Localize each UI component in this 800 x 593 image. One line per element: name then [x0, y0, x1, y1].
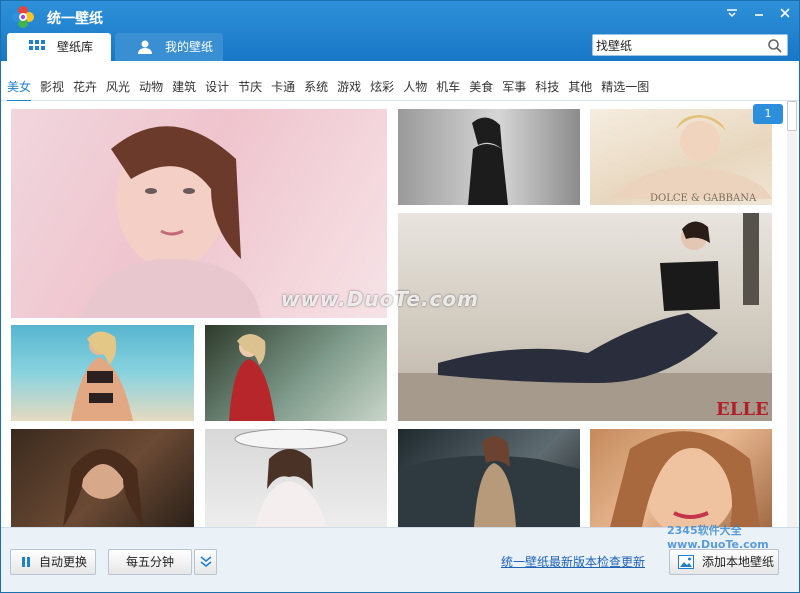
tab-label: 我的壁纸	[165, 40, 214, 54]
wallpaper-thumbnail[interactable]: DOLCE & GABBANA	[590, 109, 772, 205]
category-motorcycles[interactable]: 机车	[436, 78, 460, 102]
category-games[interactable]: 游戏	[337, 78, 361, 102]
interval-dropdown-button[interactable]	[194, 549, 217, 575]
category-military[interactable]: 军事	[502, 78, 526, 102]
close-icon[interactable]	[776, 7, 794, 23]
check-update-link[interactable]: 统一壁纸最新版本检查更新	[501, 553, 645, 570]
wallpaper-thumbnail[interactable]	[398, 429, 580, 527]
scrollbar-thumb[interactable]	[787, 101, 797, 131]
search-box	[592, 34, 788, 56]
bottom-bar: 自动更换 每五分钟 统一壁纸最新版本检查更新 2345软件大全 www.DuoT…	[1, 524, 799, 592]
category-other[interactable]: 其他	[568, 78, 592, 102]
category-colorful[interactable]: 炫彩	[370, 78, 394, 102]
app-logo-icon	[12, 6, 34, 28]
category-list: 美女 影视 花卉 风光 动物 建筑 设计 节庆 卡通 系统 游戏 炫彩 人物 机…	[7, 78, 658, 102]
category-film[interactable]: 影视	[40, 78, 64, 102]
tab-my-wallpapers[interactable]: 我的壁纸	[115, 33, 223, 61]
auto-change-button[interactable]: 自动更换	[10, 549, 96, 575]
minimize-icon[interactable]	[750, 7, 768, 23]
user-icon	[138, 40, 152, 54]
app-window: 统一壁纸 壁纸库 我的壁纸 找壁纸 美女 影视 花卉 风光 动物 建筑 设计 节…	[0, 0, 800, 593]
picture-icon	[678, 555, 694, 569]
grid-icon	[29, 40, 45, 50]
category-people[interactable]: 人物	[403, 78, 427, 102]
watermark-text: www.DuoTe.com	[281, 287, 479, 311]
corner-watermark-logo: 2345软件大全 www.DuoTe.com	[667, 524, 769, 551]
pause-icon	[22, 557, 30, 567]
category-food[interactable]: 美食	[469, 78, 493, 102]
search-input[interactable]	[596, 37, 761, 53]
category-design[interactable]: 设计	[205, 78, 229, 102]
category-architecture[interactable]: 建筑	[172, 78, 196, 102]
category-featured[interactable]: 精选一图	[601, 78, 649, 102]
tab-wallpaper-library[interactable]: 壁纸库	[7, 33, 111, 61]
wallpaper-grid: DOLCE & GABBANA ELLE www.DuoTe.com 1	[1, 101, 799, 527]
dg-logo: DOLCE & GABBANA	[650, 193, 757, 204]
category-animals[interactable]: 动物	[139, 78, 163, 102]
menu-dropdown-icon[interactable]	[723, 7, 741, 23]
wallpaper-thumbnail[interactable]	[205, 429, 387, 527]
page-number-badge: 1	[753, 104, 783, 124]
add-local-label: 添加本地壁纸	[702, 555, 775, 569]
interval-button[interactable]: 每五分钟	[108, 549, 192, 575]
category-bar: 美女 影视 花卉 风光 动物 建筑 设计 节庆 卡通 系统 游戏 炫彩 人物 机…	[1, 61, 799, 101]
category-technology[interactable]: 科技	[535, 78, 559, 102]
category-scenery[interactable]: 风光	[106, 78, 130, 102]
wallpaper-thumbnail[interactable]	[590, 429, 772, 527]
wallpaper-thumbnail[interactable]	[11, 429, 194, 527]
wallpaper-thumbnail[interactable]	[398, 109, 580, 205]
category-beauty[interactable]: 美女	[7, 78, 31, 102]
search-icon[interactable]	[767, 38, 783, 54]
double-chevron-down-icon	[200, 556, 212, 568]
app-title: 统一壁纸	[47, 11, 103, 27]
tab-label: 壁纸库	[57, 40, 94, 54]
scrollbar-track[interactable]	[787, 101, 797, 527]
category-cartoon[interactable]: 卡通	[271, 78, 295, 102]
wallpaper-thumbnail[interactable]: ELLE	[398, 213, 772, 421]
wallpaper-thumbnail[interactable]	[205, 325, 387, 421]
auto-change-label: 自动更换	[39, 555, 88, 569]
title-bar: 统一壁纸 壁纸库 我的壁纸	[1, 1, 799, 61]
wallpaper-thumbnail[interactable]	[11, 325, 194, 421]
category-festival[interactable]: 节庆	[238, 78, 262, 102]
category-flowers[interactable]: 花卉	[73, 78, 97, 102]
elle-logo: ELLE	[716, 399, 769, 420]
add-local-wallpaper-button[interactable]: 添加本地壁纸	[669, 549, 779, 575]
category-system[interactable]: 系统	[304, 78, 328, 102]
